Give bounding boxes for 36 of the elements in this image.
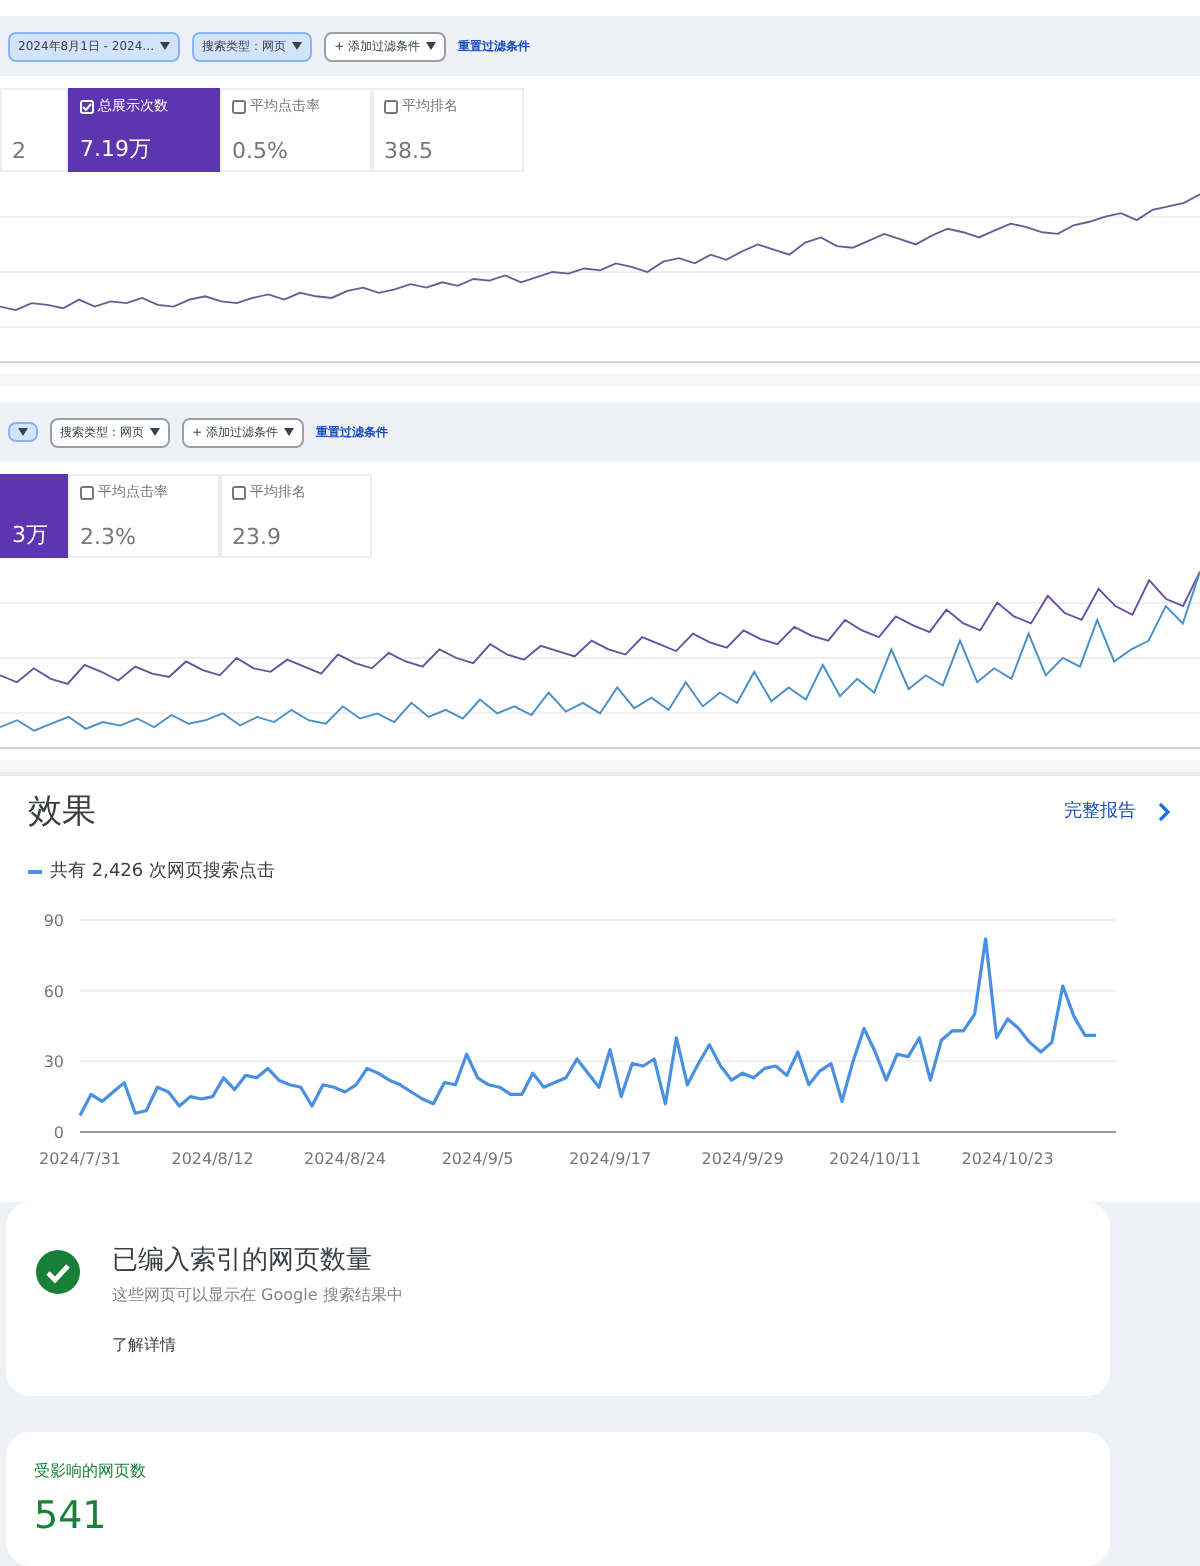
card-subtitle: 这些网页可以显示在 Google 搜索结果中 [112, 1283, 403, 1306]
full-report-link[interactable]: 完整报告 [1064, 798, 1172, 825]
y-axis-label: 0 [53, 1124, 64, 1143]
chevron-right-icon [1156, 801, 1172, 822]
section-title: 效果 [28, 790, 96, 835]
caret-icon [160, 42, 171, 50]
metric-card[interactable]: 3万 [0, 474, 68, 559]
caret-icon [283, 428, 294, 437]
check-circle-icon [36, 1249, 80, 1294]
checkbox-icon [232, 485, 246, 500]
checkbox-icon [80, 485, 94, 500]
y-axis-label: 90 [43, 912, 64, 931]
y-axis-label: 60 [43, 983, 64, 1002]
affected-pages-label: 受影响的网页数 [34, 1459, 148, 1482]
affected-pages-count: 541 [34, 1493, 109, 1538]
checkbox-icon [384, 99, 398, 113]
card-title: 已编入索引的网页数量 [112, 1243, 374, 1278]
legend-label: 共有 2,426 次网页搜索点击 [50, 859, 275, 885]
caret-icon [18, 428, 28, 437]
x-axis-label: 2024/10/11 [829, 1150, 922, 1169]
learn-more-link[interactable]: 了解详情 [112, 1333, 403, 1356]
y-axis-label: 30 [43, 1053, 64, 1072]
checkbox-icon [80, 99, 94, 113]
x-axis-label: 2024/9/5 [441, 1150, 514, 1169]
caret-icon [426, 42, 437, 50]
filter-chip[interactable] [8, 422, 38, 443]
x-axis-label: 2024/8/24 [304, 1150, 387, 1169]
x-axis-label: 2024/7/31 [38, 1150, 122, 1169]
x-axis-label: 2024/10/23 [961, 1150, 1054, 1169]
checkbox-icon [232, 99, 246, 113]
metric-card[interactable]: 2 [0, 88, 68, 172]
x-axis-label: 2024/9/17 [569, 1150, 652, 1169]
x-axis-label: 2024/9/29 [701, 1150, 784, 1169]
x-axis-label: 2024/8/12 [171, 1150, 254, 1169]
caret-icon [150, 428, 160, 437]
caret-icon [292, 42, 303, 50]
